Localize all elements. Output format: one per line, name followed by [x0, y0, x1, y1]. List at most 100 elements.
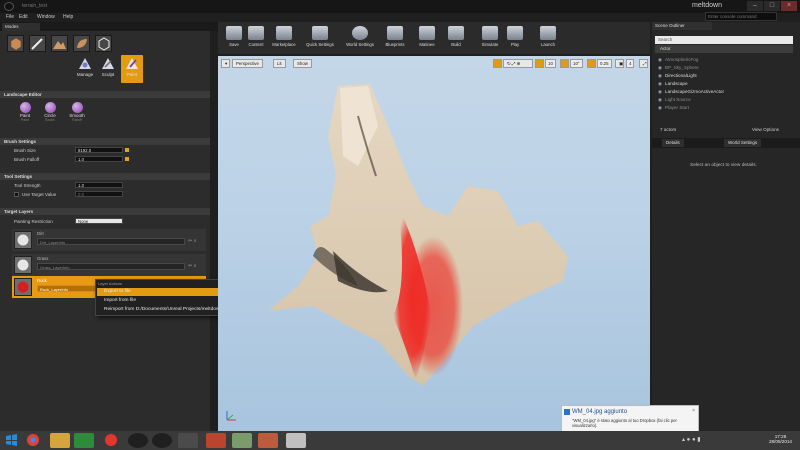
tab-details[interactable]: Details — [662, 139, 684, 147]
world-settings-button[interactable]: World Settings — [342, 25, 378, 52]
rotation-snap-value[interactable]: 10° — [570, 59, 583, 68]
unreal-engine-icon[interactable] — [152, 433, 172, 448]
close-button[interactable]: × — [781, 1, 797, 11]
clock[interactable]: 17:28 28/05/2014 — [769, 434, 792, 444]
grid-snap-icon[interactable] — [535, 59, 544, 68]
vivaldi-icon[interactable] — [104, 433, 124, 448]
eye-icon[interactable]: ◉ — [658, 97, 662, 102]
level-viewport[interactable]: ▾ Perspective Lit Show ↻ ⤢ ⊕ 10 10° 0.25… — [218, 56, 650, 431]
outliner-column-header[interactable]: Actor — [655, 45, 793, 53]
photo-viewer-icon[interactable] — [232, 433, 252, 448]
chrome-icon[interactable] — [26, 433, 46, 448]
minimize-button[interactable]: – — [747, 1, 763, 11]
menu-window[interactable]: Window — [37, 14, 55, 20]
app-icon[interactable] — [178, 433, 198, 448]
brush-size-field[interactable]: 8192.0 — [75, 147, 123, 153]
matinee-button[interactable]: Matinee — [413, 25, 441, 52]
content-button[interactable]: Content — [242, 25, 270, 52]
mode-landscape-button[interactable] — [51, 35, 68, 52]
outliner-item[interactable]: ◉ Player Start — [658, 105, 689, 111]
simulate-button[interactable]: Simulate — [476, 25, 504, 52]
eye-icon[interactable]: ◉ — [658, 105, 662, 110]
outliner-item[interactable]: ◉ LandscapeGizmoActiveActor — [658, 89, 724, 95]
sculpt-mode-button[interactable]: Sculpt — [97, 55, 119, 83]
smooth-falloff-button[interactable]: Smooth Falloff — [66, 102, 88, 122]
eye-icon[interactable]: ◉ — [658, 89, 662, 94]
lit-button[interactable]: Lit — [273, 59, 286, 68]
app-icon[interactable] — [206, 433, 226, 448]
tool-settings-header[interactable]: Tool Settings — [0, 173, 210, 180]
target-layers-header[interactable]: Target Layers — [0, 208, 210, 215]
target-value-field[interactable]: 0.0 — [75, 191, 123, 197]
outliner-item[interactable]: ◉ Landscape — [658, 81, 688, 87]
quick-settings-button[interactable]: Quick Settings — [302, 25, 338, 52]
maximize-viewport-icon[interactable]: ⤢ — [639, 59, 648, 68]
layer-browse-icons[interactable]: ⇦ ⌕ — [188, 238, 196, 244]
blueprints-button[interactable]: Blueprints — [381, 25, 409, 52]
reset-arrow-icon[interactable] — [125, 157, 129, 161]
mode-foliage-button[interactable] — [73, 35, 90, 52]
landscape-editor-header[interactable]: Landscape Editor — [0, 91, 210, 98]
eye-icon[interactable]: ◉ — [658, 81, 662, 86]
mode-place-button[interactable] — [7, 35, 24, 52]
grid-size-value[interactable]: 10 — [545, 59, 556, 68]
show-button[interactable]: Show — [293, 59, 312, 68]
app-icon[interactable] — [258, 433, 278, 448]
layer-row-grass[interactable]: Grass Grass_LayerInfo ⇦ ⌕ — [12, 254, 206, 276]
file-explorer-icon[interactable] — [50, 433, 70, 448]
tab-modes[interactable]: Modes — [2, 23, 40, 31]
rotation-snap-icon[interactable] — [560, 59, 569, 68]
view-options-button[interactable]: View Options — [752, 127, 779, 132]
eye-icon[interactable]: ◉ — [658, 57, 662, 62]
menu-help[interactable]: Help — [63, 14, 73, 20]
perspective-button[interactable]: Perspective — [232, 59, 263, 68]
camera-speed-value[interactable]: 4 — [626, 59, 635, 68]
notification-close-icon[interactable]: × — [692, 408, 695, 414]
transform-tools[interactable]: ↻ ⤢ ⊕ — [503, 59, 533, 68]
eye-icon[interactable]: ◉ — [658, 65, 662, 70]
play-button[interactable]: Play — [501, 25, 529, 52]
eye-icon[interactable]: ◉ — [658, 73, 662, 78]
menu-edit[interactable]: Edit — [19, 14, 28, 20]
viewport-menu-button[interactable]: ▾ — [221, 59, 230, 68]
paint-tool-button[interactable]: Paint Paint — [14, 102, 36, 122]
mode-paint-button[interactable] — [29, 35, 46, 52]
camera-speed-icon[interactable]: ▣ — [615, 59, 624, 68]
marketplace-button[interactable]: Marketplace — [268, 25, 300, 52]
dropbox-notification[interactable]: WM_04.jpg aggiunto "WM_04.jpg" è stato a… — [561, 405, 699, 433]
use-target-checkbox[interactable] — [14, 192, 19, 197]
console-command-input[interactable]: Enter console command — [705, 12, 777, 21]
outliner-item[interactable]: ◉ DirectionalLight — [658, 73, 697, 79]
outliner-search-input[interactable]: Search — [655, 36, 793, 44]
painting-restriction-dropdown[interactable]: None — [75, 218, 123, 224]
brush-falloff-field[interactable]: 1.0 — [75, 156, 123, 162]
mode-geometry-button[interactable] — [95, 35, 112, 52]
circle-brush-button[interactable]: Circle Brush — [39, 102, 61, 122]
unreal-engine-icon[interactable] — [128, 433, 148, 448]
scale-snap-value[interactable]: 0.25 — [597, 59, 612, 68]
outliner-item[interactable]: ◉ BP_Sky_Sphere — [658, 65, 699, 71]
tab-world-settings[interactable]: World Settings — [724, 139, 762, 147]
paint-mode-button[interactable]: Paint — [121, 55, 143, 83]
menu-file[interactable]: File — [6, 14, 14, 20]
layer-info-field[interactable]: Dirt_LayerInfo — [37, 238, 185, 245]
maximize-button[interactable]: □ — [764, 1, 780, 11]
outliner-item[interactable]: ◉ AtmosphericFog — [658, 57, 698, 63]
layer-info-field[interactable]: Rock_LayerInfo — [37, 285, 97, 292]
tab-scene-outliner[interactable]: Scene Outliner — [652, 22, 712, 30]
start-button[interactable] — [4, 433, 24, 448]
tool-strength-field[interactable]: 1.0 — [75, 182, 123, 188]
translate-mode-icon[interactable] — [493, 59, 502, 68]
outliner-item[interactable]: ◉ Light Source — [658, 97, 691, 103]
build-button[interactable]: Build — [442, 25, 470, 52]
brush-settings-header[interactable]: Brush Settings — [0, 138, 210, 145]
layer-row-dirt[interactable]: Dirt Dirt_LayerInfo ⇦ ⌕ — [12, 229, 206, 251]
system-tray-icons[interactable]: ▴ ● ● ▮ — [682, 436, 722, 444]
excel-icon[interactable] — [74, 433, 94, 448]
app-icon[interactable] — [286, 433, 306, 448]
reset-arrow-icon[interactable] — [125, 148, 129, 152]
manage-mode-button[interactable]: Manage — [74, 55, 96, 83]
layer-browse-icons[interactable]: ⇦ ⌕ — [188, 263, 196, 269]
scale-snap-icon[interactable] — [587, 59, 596, 68]
launch-button[interactable]: Launch — [534, 25, 562, 52]
